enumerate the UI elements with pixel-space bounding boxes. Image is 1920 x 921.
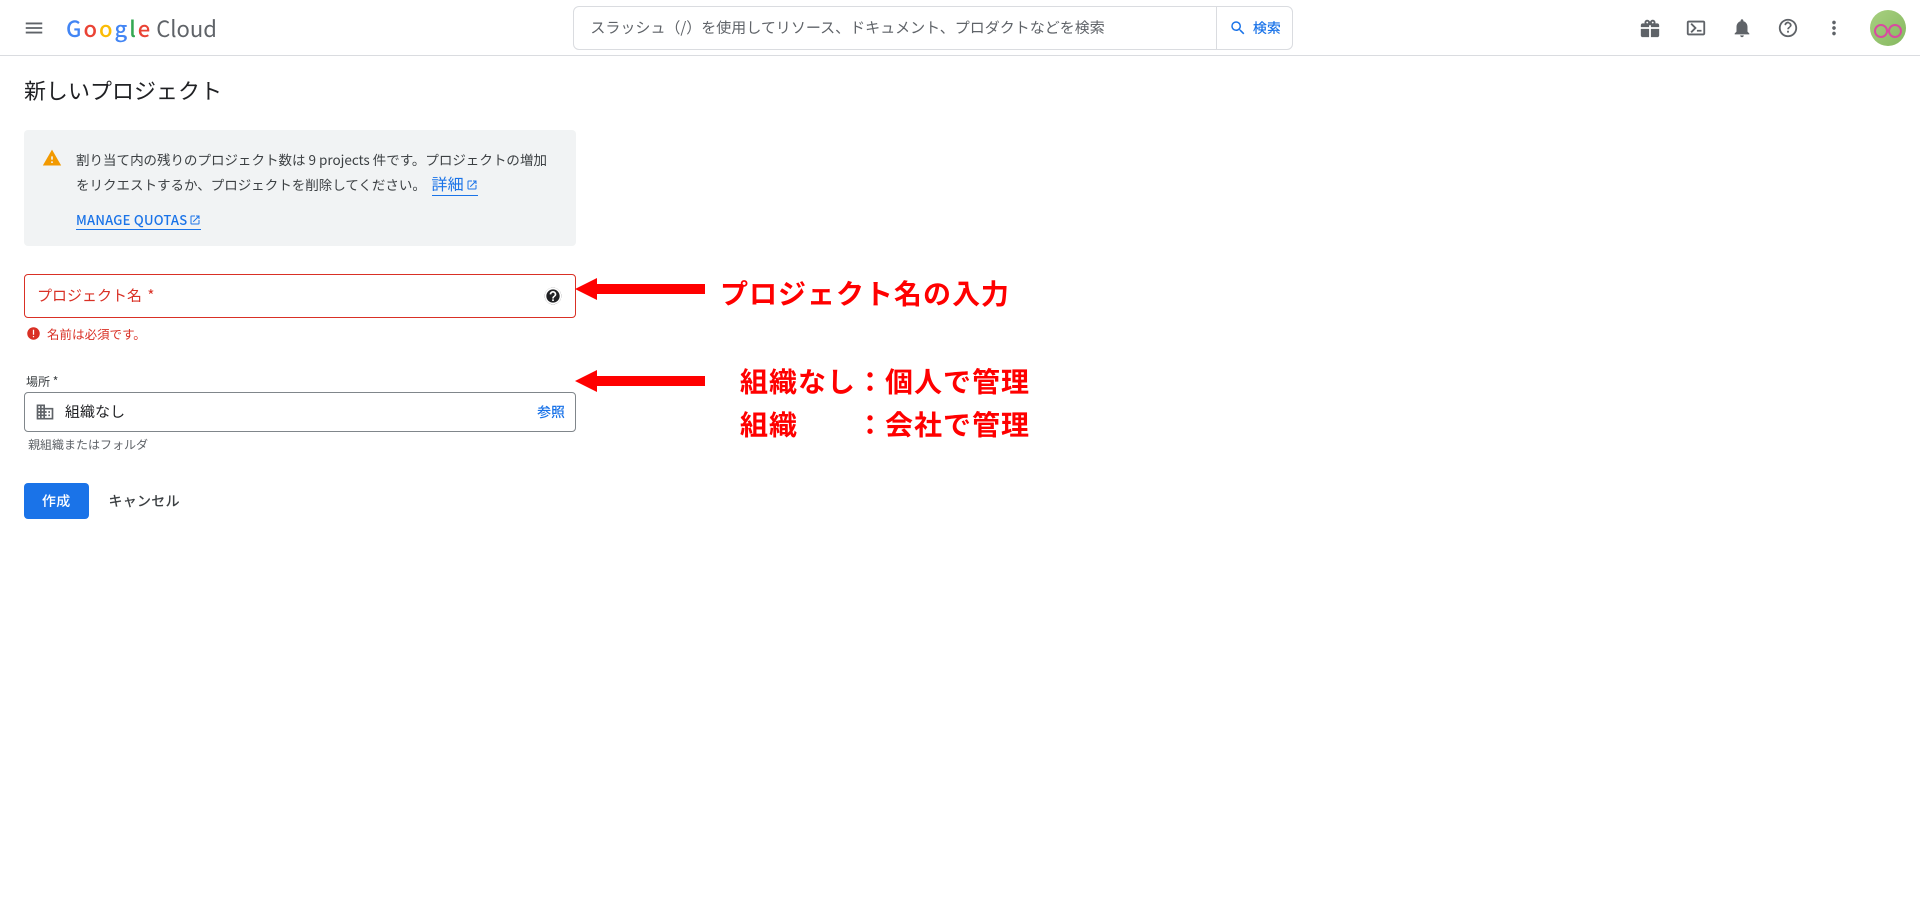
logo-cloud-text: Cloud: [156, 12, 217, 44]
annotation-text-1: プロジェクト名の入力: [720, 273, 1010, 313]
help-circle-icon: [1777, 17, 1799, 39]
top-bar: Google Cloud 検索: [0, 0, 1920, 56]
learn-more-link[interactable]: 詳細: [432, 171, 478, 196]
project-name-field: プロジェクト名 * 名前は必須です。: [24, 274, 576, 343]
form-buttons: 作成 キャンセル: [24, 483, 576, 519]
project-name-input[interactable]: [37, 275, 563, 317]
annotation-text-2: 組織なし：個人で管理 組織 ：会社で管理: [740, 360, 1030, 447]
utilities-menu-button[interactable]: [1814, 8, 1854, 48]
browse-button[interactable]: 参照: [537, 402, 565, 422]
project-name-error-text: 名前は必須です。: [47, 324, 146, 343]
main-menu-button[interactable]: [14, 8, 54, 48]
location-value: 組織なし: [65, 401, 527, 422]
project-name-help-button[interactable]: [543, 286, 563, 311]
project-name-error: 名前は必須です。: [24, 324, 576, 343]
search-input[interactable]: [574, 7, 1216, 49]
terminal-icon: [1685, 17, 1707, 39]
free-trial-button[interactable]: [1630, 8, 1670, 48]
manage-quotas-label: MANAGE QUOTAS: [76, 210, 187, 229]
notifications-button[interactable]: [1722, 8, 1762, 48]
more-vert-icon: [1823, 17, 1845, 39]
organization-icon: [35, 402, 55, 422]
help-menu-button[interactable]: [1768, 8, 1808, 48]
google-cloud-logo[interactable]: Google Cloud: [66, 12, 217, 44]
search-box: 検索: [573, 6, 1293, 50]
location-label: 場所 *: [24, 373, 576, 390]
error-icon: [26, 326, 41, 341]
create-button[interactable]: 作成: [24, 483, 89, 519]
avatar-glasses-icon: [1873, 19, 1903, 43]
location-hint: 親組織またはフォルダ: [24, 436, 576, 453]
search-button-label: 検索: [1253, 18, 1281, 38]
gift-icon: [1639, 17, 1661, 39]
page-title: 新しいプロジェクト: [0, 56, 1920, 106]
warning-icon: [42, 148, 62, 230]
quota-info-box: 割り当て内の残りのプロジェクト数は 9 projects 件です。プロジェクトの…: [24, 130, 576, 246]
help-filled-icon: [543, 286, 563, 306]
learn-more-label: 詳細: [432, 171, 464, 195]
external-link-icon: [466, 179, 478, 191]
cancel-button[interactable]: キャンセル: [109, 491, 180, 511]
search-button[interactable]: 検索: [1216, 7, 1292, 49]
manage-quotas-link[interactable]: MANAGE QUOTAS: [76, 210, 201, 230]
location-field: 場所 * 組織なし 参照 親組織またはフォルダ: [24, 373, 576, 453]
hamburger-icon: [23, 17, 45, 39]
external-link-icon: [189, 214, 201, 226]
bell-icon: [1731, 17, 1753, 39]
account-avatar[interactable]: [1870, 10, 1906, 46]
cloud-shell-button[interactable]: [1676, 8, 1716, 48]
search-icon: [1229, 19, 1247, 37]
project-form: 割り当て内の残りのプロジェクト数は 9 projects 件です。プロジェクトの…: [0, 106, 600, 543]
